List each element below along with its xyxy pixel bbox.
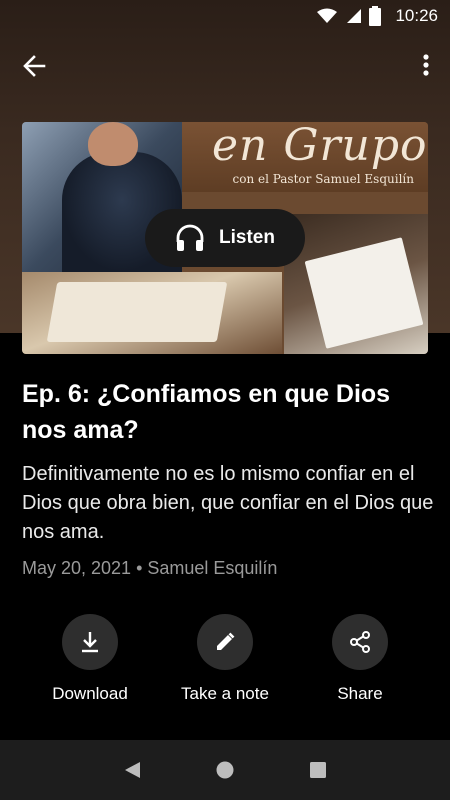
episode-title: Ep. 6: ¿Confiamos en que Dios nos ama? (22, 380, 391, 444)
download-icon (82, 632, 98, 653)
back-triangle-icon[interactable] (122, 760, 142, 780)
system-nav-bar (0, 740, 450, 800)
status-time: 10:26 (395, 6, 438, 25)
download-button[interactable]: Download (25, 614, 155, 704)
artwork-study-photo (284, 214, 428, 354)
episode-actions: Download Take a note Share (0, 614, 450, 714)
artwork-title: en Grupo (212, 122, 428, 171)
more-vertical-icon[interactable] (416, 50, 436, 82)
battery-icon (369, 6, 382, 26)
cell-signal-icon (347, 9, 362, 23)
listen-label: Listen (219, 227, 275, 248)
wifi-icon (317, 8, 338, 23)
share-circle (332, 614, 388, 670)
artwork-bible-photo (22, 272, 282, 354)
artwork-subtitle: con el Pastor Samuel Esquilín (232, 172, 415, 186)
download-label: Download (52, 684, 128, 703)
listen-button[interactable]: Listen (145, 209, 305, 267)
status-bar: 10:26 (0, 0, 450, 32)
take-note-button[interactable]: Take a note (160, 614, 290, 704)
arrow-left-icon[interactable] (18, 50, 50, 82)
pencil-icon (217, 632, 235, 650)
recents-square-icon[interactable] (308, 760, 328, 780)
take-note-circle (197, 614, 253, 670)
app-bar (0, 40, 450, 90)
share-icon (350, 631, 370, 653)
home-circle-icon[interactable] (215, 760, 235, 780)
download-circle (62, 614, 118, 670)
episode-description: Definitivamente no es lo mismo confiar e… (22, 463, 434, 543)
share-button[interactable]: Share (295, 614, 425, 704)
share-label: Share (337, 684, 383, 703)
episode-meta: May 20, 2021 • Samuel Esquilín (22, 558, 278, 578)
artwork-title-panel: en Grupo con el Pastor Samuel Esquilín (182, 122, 428, 192)
headphones-icon (176, 224, 204, 251)
take-note-label: Take a note (181, 684, 269, 703)
